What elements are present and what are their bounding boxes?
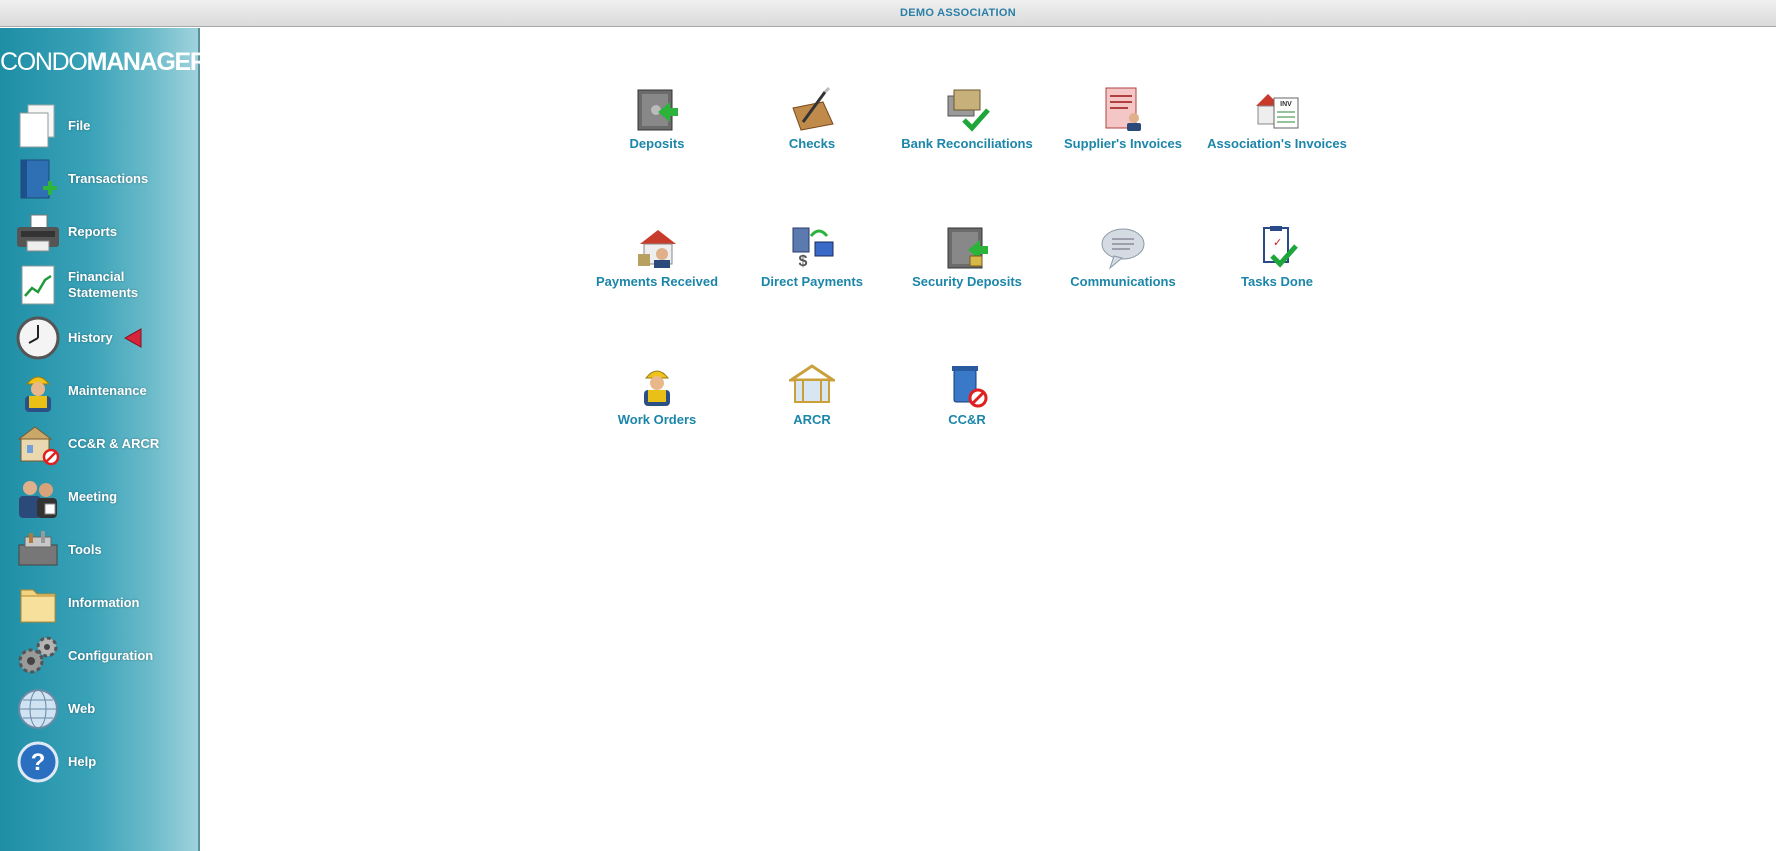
sidebar-item-configuration[interactable]: Configuration <box>14 631 200 681</box>
sidebar-item-web[interactable]: Web <box>14 684 200 734</box>
clock-icon <box>14 314 62 362</box>
window-title-bar: DEMO ASSOCIATION <box>0 0 1776 27</box>
tile-suppliers-invoices[interactable]: Supplier's Invoices <box>1048 84 1198 164</box>
direct-payments-icon: $ <box>787 222 837 272</box>
file-icon <box>14 102 62 150</box>
sidebar: CONDOMANAGER File Transactions Reports F… <box>0 28 208 851</box>
tile-direct-payments[interactable]: $ Direct Payments <box>737 222 887 302</box>
tile-checks[interactable]: Checks <box>737 84 887 164</box>
tile-work-orders[interactable]: Work Orders <box>582 360 732 440</box>
bank-reconciliation-icon <box>942 84 992 134</box>
svg-text:✓: ✓ <box>1273 237 1282 249</box>
trash-prohibited-icon <box>942 360 992 410</box>
safe-deposit-icon <box>632 84 682 134</box>
work-order-worker-icon <box>632 360 682 410</box>
tile-tasks-done[interactable]: ✓ Tasks Done <box>1202 222 1352 302</box>
clipboard-check-icon: ✓ <box>1252 222 1302 272</box>
sidebar-item-maintenance[interactable]: Maintenance <box>14 366 200 416</box>
sidebar-item-transactions[interactable]: Transactions <box>14 154 200 204</box>
tile-payments-received[interactable]: Payments Received <box>582 222 732 302</box>
gears-icon <box>14 632 62 680</box>
tile-deposits[interactable]: Deposits <box>582 84 732 164</box>
sidebar-item-help[interactable]: ? Help <box>14 737 200 787</box>
sidebar-item-history[interactable]: History <box>14 313 200 363</box>
svg-text:$: $ <box>799 253 808 270</box>
red-arrow-icon <box>123 328 142 348</box>
sidebar-item-file[interactable]: File <box>14 101 200 151</box>
globe-icon <box>14 685 62 733</box>
payments-received-icon <box>632 222 682 272</box>
tile-communications[interactable]: Communications <box>1048 222 1198 302</box>
supplier-invoice-icon <box>1098 84 1148 134</box>
sidebar-item-reports[interactable]: Reports <box>14 207 200 257</box>
sidebar-item-ccr-arcr[interactable]: CC&R & ARCR <box>14 419 200 469</box>
check-pen-icon <box>787 84 837 134</box>
building-prohibited-icon <box>14 420 62 468</box>
sidebar-item-tools[interactable]: Tools <box>14 525 200 575</box>
transactions-book-icon <box>14 155 62 203</box>
help-icon: ? <box>14 738 62 786</box>
sidebar-item-meeting[interactable]: Meeting <box>14 472 200 522</box>
folder-icon <box>14 579 62 627</box>
meeting-people-icon <box>14 473 62 521</box>
house-frame-icon <box>787 360 837 410</box>
speech-bubble-icon <box>1098 222 1148 272</box>
tile-arcr[interactable]: ARCR <box>737 360 887 440</box>
chart-icon <box>14 261 62 309</box>
worker-icon <box>14 367 62 415</box>
app-logo: CONDOMANAGER <box>0 48 208 76</box>
printer-icon <box>14 208 62 256</box>
association-title: DEMO ASSOCIATION <box>899 7 1017 19</box>
tile-associations-invoices[interactable]: INV Association's Invoices <box>1202 84 1352 164</box>
sidebar-item-financial-statements[interactable]: Financial Statements <box>14 260 200 310</box>
svg-text:?: ? <box>31 749 46 776</box>
association-invoice-icon: INV <box>1252 84 1302 134</box>
tile-security-deposits[interactable]: Security Deposits <box>892 222 1042 302</box>
security-deposit-icon <box>942 222 992 272</box>
tile-bank-reconciliations[interactable]: Bank Reconciliations <box>892 84 1042 164</box>
svg-text:INV: INV <box>1280 101 1292 108</box>
tile-ccr[interactable]: CC&R <box>892 360 1042 440</box>
sidebar-item-information[interactable]: Information <box>14 578 200 628</box>
toolbox-icon <box>14 526 62 574</box>
